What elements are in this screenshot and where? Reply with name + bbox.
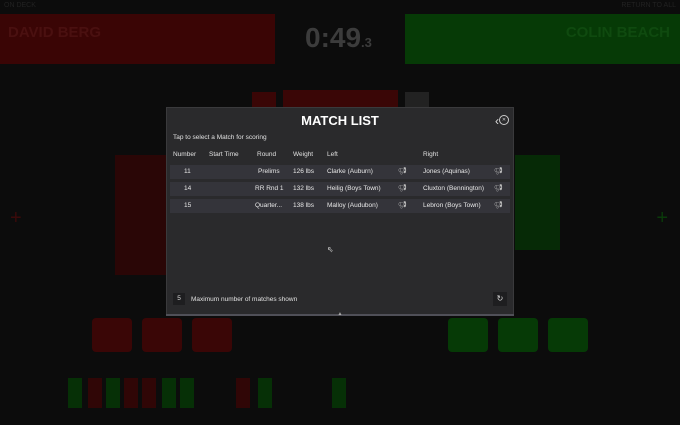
match-list-dialog: MATCH LIST ‹ ✕ Tap to select a Match for… — [166, 107, 514, 316]
megaphone-icon[interactable]: 📢︎ — [398, 184, 407, 192]
megaphone-icon[interactable]: 📢︎ — [494, 184, 503, 192]
bottom-chip-10[interactable] — [332, 378, 346, 408]
match-number: 11 — [184, 168, 191, 175]
match-weight: 126 lbs — [293, 168, 314, 175]
left-score-display — [115, 155, 170, 275]
column-right: Right — [423, 151, 439, 158]
clock-fraction: .3 — [361, 35, 372, 50]
max-matches-label: Maximum number of matches shown — [191, 296, 298, 303]
right-action-button-2[interactable] — [498, 318, 538, 352]
bottom-chip-3[interactable] — [106, 378, 120, 408]
match-weight: 132 lbs — [293, 185, 314, 192]
megaphone-icon[interactable]: 📢︎ — [494, 167, 503, 175]
left-wrestler-name: DAVID BERG — [8, 24, 102, 41]
chevron-up-icon[interactable]: ▲ — [334, 311, 346, 317]
column-left: Left — [327, 151, 338, 158]
column-weight: Weight — [293, 151, 314, 158]
match-number: 14 — [184, 185, 192, 192]
return-label[interactable]: RETURN TO ALL — [621, 2, 676, 9]
dialog-subtitle: Tap to select a Match for scoring — [173, 134, 267, 141]
bottom-chip-8[interactable] — [236, 378, 250, 408]
table-row[interactable]: 11 Prelims 126 lbs Clarke (Auburn) 📢︎ Jo… — [170, 165, 510, 179]
left-wrestler: Heilig (Boys Town) — [327, 185, 381, 192]
match-number: 15 — [184, 202, 192, 209]
bottom-chip-5[interactable] — [142, 378, 156, 408]
left-wrestler: Malloy (Audubon) — [327, 202, 378, 209]
on-deck-label[interactable]: ON DECK — [4, 2, 36, 9]
left-action-button-1[interactable] — [92, 318, 132, 352]
right-caution-button[interactable] — [548, 318, 588, 352]
match-round: RR Rnd 1 — [255, 185, 284, 192]
table-row[interactable]: 15 Quarter... 138 lbs Malloy (Audubon) 📢… — [170, 199, 510, 213]
bottom-chip-4[interactable] — [124, 378, 138, 408]
column-start-time: Start Time — [209, 151, 239, 158]
right-wrestler-name: COLIN BEACH — [565, 24, 670, 41]
bottom-chip-9[interactable] — [258, 378, 272, 408]
max-matches-value[interactable]: 5 — [173, 293, 185, 305]
refresh-icon[interactable]: ↻ — [493, 292, 507, 306]
table-header: Number Start Time Round Weight Left Righ… — [173, 151, 509, 161]
table-row[interactable]: 14 RR Rnd 1 132 lbs Heilig (Boys Town) 📢… — [170, 182, 510, 196]
close-icon[interactable]: ✕ — [499, 115, 509, 125]
left-wrestler: Clarke (Auburn) — [327, 168, 373, 175]
column-round: Round — [257, 151, 277, 158]
bottom-chip-7[interactable] — [180, 378, 194, 408]
left-add-icon[interactable]: + — [10, 207, 22, 230]
right-wrestler: Lebron (Boys Town) — [423, 202, 481, 209]
right-wrestler-panel[interactable]: COLIN BEACH — [405, 14, 680, 64]
right-wrestler: Cluxton (Bennington) — [423, 185, 485, 192]
match-round: Quarter... — [255, 202, 283, 209]
megaphone-icon[interactable]: 📢︎ — [494, 201, 503, 209]
right-add-icon[interactable]: + — [656, 207, 668, 230]
dialog-title: MATCH LIST — [301, 113, 379, 128]
mouse-cursor-icon: ⇖ — [327, 245, 334, 254]
match-round: Prelims — [258, 168, 280, 175]
top-status-bar: ON DECK RETURN TO ALL — [0, 0, 680, 12]
megaphone-icon[interactable]: 📢︎ — [398, 167, 407, 175]
column-number: Number — [173, 151, 197, 158]
bottom-chip-6[interactable] — [162, 378, 176, 408]
left-action-button-2[interactable] — [142, 318, 182, 352]
right-score-display — [515, 155, 560, 250]
megaphone-icon[interactable]: 📢︎ — [398, 201, 407, 209]
right-wrestler: Jones (Aquinas) — [423, 168, 470, 175]
bottom-chip-2[interactable] — [88, 378, 102, 408]
match-weight: 138 lbs — [293, 202, 314, 209]
right-action-button-1[interactable] — [448, 318, 488, 352]
left-caution-button[interactable] — [192, 318, 232, 352]
left-wrestler-panel[interactable]: DAVID BERG — [0, 14, 275, 64]
match-clock[interactable]: 0:49.3 — [305, 22, 372, 54]
bottom-chip-1[interactable] — [68, 378, 82, 408]
clock-main: 0:49 — [305, 22, 362, 53]
